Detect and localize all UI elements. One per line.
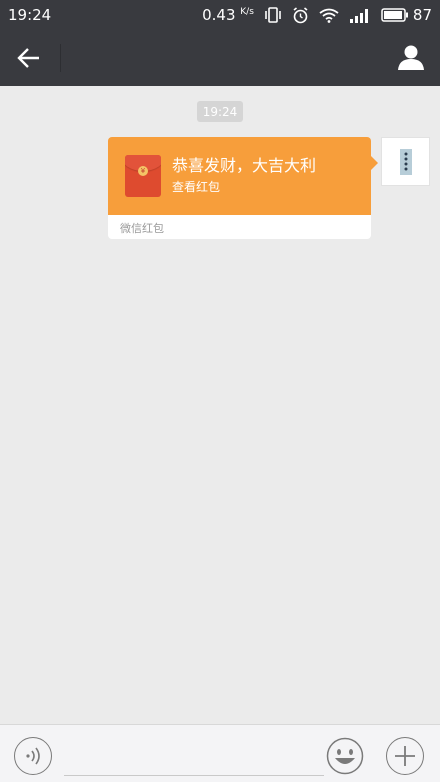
red-packet-message[interactable]: ¥ 恭喜发财，大吉大利 查看红包 微信红包 xyxy=(108,137,378,239)
chat-header xyxy=(0,30,440,86)
red-packet-greeting: 恭喜发财，大吉大利 xyxy=(172,156,317,175)
chat-info-button[interactable] xyxy=(396,42,426,72)
voice-button[interactable] xyxy=(14,737,52,775)
red-packet-footer: 微信红包 xyxy=(108,215,371,239)
sender-avatar[interactable] xyxy=(381,137,430,186)
plus-icon xyxy=(395,746,415,766)
back-button[interactable] xyxy=(14,43,44,73)
status-bar: 19:24 0.43 K/s 87 xyxy=(0,0,440,30)
battery-icon xyxy=(381,8,408,22)
header-divider xyxy=(60,44,61,72)
back-arrow-icon xyxy=(17,48,39,68)
network-speed: 0.43 K/s xyxy=(202,6,254,24)
more-button[interactable] xyxy=(386,737,424,775)
envelope-coin-icon: ¥ xyxy=(138,166,148,176)
battery-level: 87 xyxy=(412,6,432,24)
status-icons: 0.43 K/s 87 xyxy=(202,6,432,24)
status-time: 19:24 xyxy=(8,6,52,24)
message-input[interactable] xyxy=(64,739,324,776)
bubble-tail xyxy=(371,156,378,170)
red-packet-body: ¥ 恭喜发财，大吉大利 查看红包 xyxy=(108,137,371,215)
alarm-icon xyxy=(292,6,309,24)
avatar-image xyxy=(399,148,412,175)
emoji-button[interactable] xyxy=(326,737,364,775)
red-packet-action: 查看红包 xyxy=(172,180,221,194)
smiley-icon xyxy=(326,737,364,775)
red-packet-label: 微信红包 xyxy=(120,222,164,235)
battery-indicator: 87 xyxy=(381,6,432,24)
voice-icon xyxy=(26,747,40,765)
message-timestamp: 19:24 xyxy=(197,101,243,122)
red-envelope-icon: ¥ xyxy=(125,155,161,197)
vibrate-icon xyxy=(264,7,282,23)
signal-icon xyxy=(349,8,371,23)
chat-input-bar xyxy=(0,724,440,782)
wifi-icon xyxy=(319,8,339,23)
person-icon xyxy=(398,45,424,70)
